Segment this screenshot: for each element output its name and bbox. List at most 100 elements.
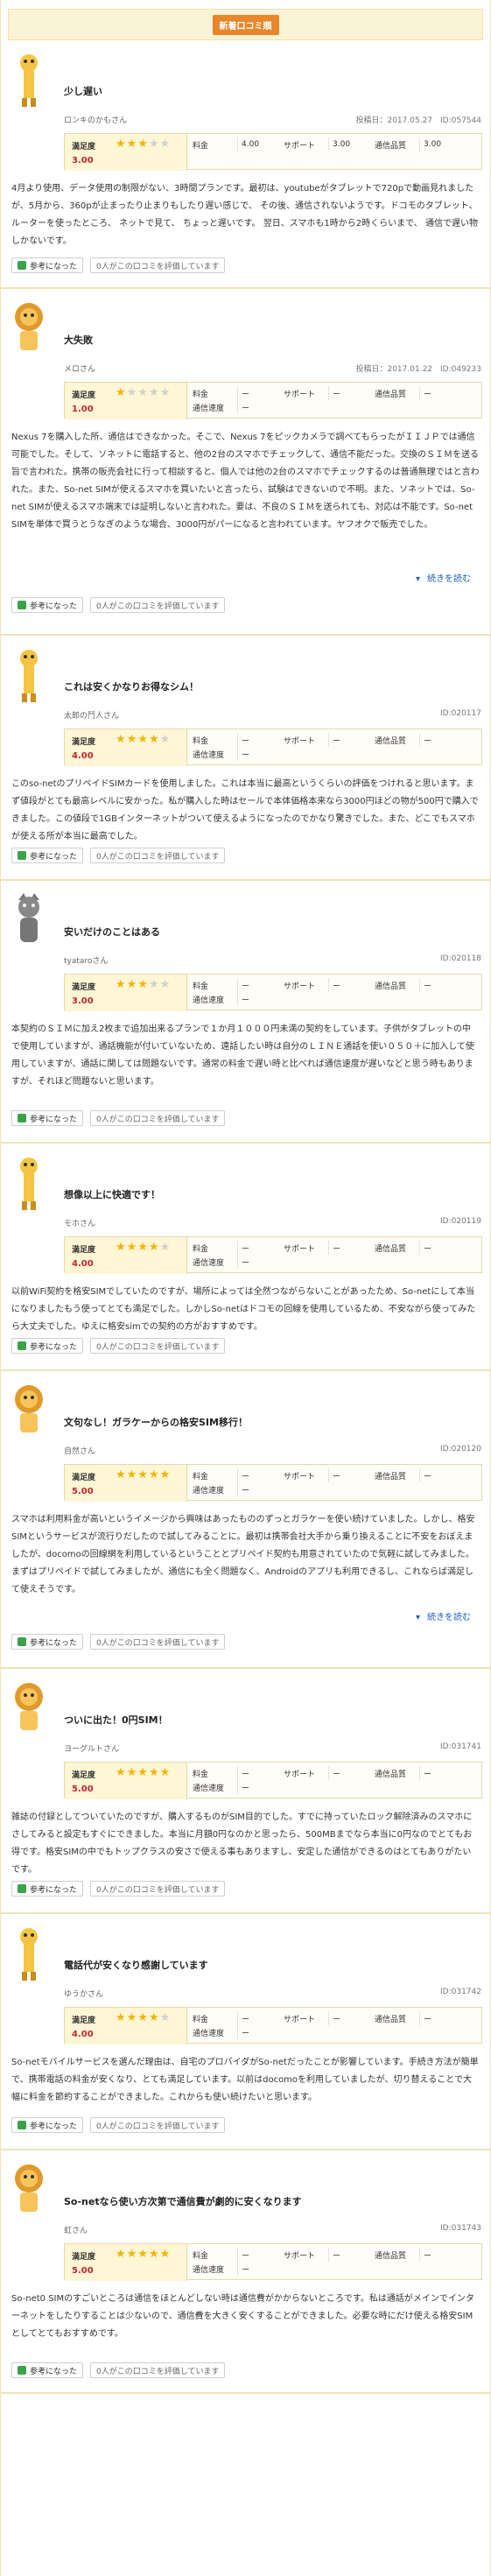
helpful-count: 0人がこの口コミを評価しています xyxy=(90,848,226,863)
review-card: 想像以上に快適です！ モホさん ID:020119 満足度 ★★★★★ 4.00… xyxy=(1,1144,490,1371)
overall-rating: 満足度 ★★★★★ 5.00 xyxy=(65,2244,187,2281)
review-card: 少し遅い ロンキのかもさん 投稿日：2017.05.27 ID:057544 満… xyxy=(1,40,490,289)
speed2-value: ー xyxy=(242,1486,250,1496)
helpful-label: 参考になった xyxy=(30,1115,78,1124)
fee-value: ー xyxy=(242,982,250,991)
review-meta: ID:031742 xyxy=(440,1988,481,1996)
review-title: これは安くかなりお得なシム！ xyxy=(64,681,199,693)
speed2-label: 通信速度 xyxy=(189,992,238,1006)
helpful-button[interactable]: 参考になった xyxy=(11,2117,84,2133)
satisfaction-label: 満足度 xyxy=(72,1474,96,1482)
review-meta: ID:020120 xyxy=(440,1445,481,1453)
helpful-button[interactable]: 参考になった xyxy=(11,848,84,863)
rating-breakdown: 料金 ー サポート ー 通信品質 ー 通信速度 ー xyxy=(189,2011,478,2039)
support-label: サポート xyxy=(280,1766,329,1780)
helpful-button[interactable]: 参考になった xyxy=(11,1881,84,1897)
helpful-button[interactable]: 参考になった xyxy=(11,2362,84,2378)
fee-value: ー xyxy=(242,1770,250,1779)
support-value: 3.00 xyxy=(333,140,351,149)
overall-rating: 満足度 ★★★★★ 4.00 xyxy=(65,1237,187,1274)
helpful-button[interactable]: 参考になった xyxy=(11,597,84,613)
overall-rating: 満足度 ★★★★★ 5.00 xyxy=(65,1763,187,1799)
giraffe-avatar-icon xyxy=(11,646,46,704)
review-actions: 参考になった 0人がこの口コミを評価しています xyxy=(11,1110,226,1126)
star-rating-icon: ★★★★★ xyxy=(116,1766,172,1779)
helpful-button[interactable]: 参考になった xyxy=(11,257,84,273)
fee-value: ー xyxy=(242,390,250,399)
satisfaction-score: 4.00 xyxy=(72,2030,94,2039)
helpful-button[interactable]: 参考になった xyxy=(11,1634,84,1650)
rating-breakdown: 料金 ー サポート ー 通信品質 ー 通信速度 ー xyxy=(189,386,478,414)
rating-box: 満足度 ★★★★★ 4.00 料金 ー サポート ー 通信品質 ー 通信速度 ー xyxy=(64,2007,482,2045)
rating-box: 満足度 ★★★★★ 1.00 料金 ー サポート ー 通信品質 ー 通信速度 ー xyxy=(64,382,482,419)
support-label: サポート xyxy=(280,2011,329,2025)
helpful-label: 参考になった xyxy=(30,2367,78,2376)
speed2-label: 通信速度 xyxy=(189,1482,238,1496)
helpful-count: 0人がこの口コミを評価しています xyxy=(90,1338,226,1354)
helpful-label: 参考になった xyxy=(30,2122,78,2131)
review-body: スマホは利用料金が高いというイメージから興味はあったもののずっとガラケーを使い続… xyxy=(11,1515,475,1594)
fee-label: 料金 xyxy=(189,2011,238,2025)
reviews-page: 新着口コミ順 少し遅い ロンキのかもさん 投稿日：2017.05.27 ID:0… xyxy=(0,0,491,2576)
review-actions: 参考になった 0人がこの口コミを評価しています xyxy=(11,1881,226,1897)
star-rating-icon: ★★★★★ xyxy=(116,386,172,399)
speed2-value: ー xyxy=(242,996,250,1005)
support-value: ー xyxy=(333,1770,341,1779)
support-value: ー xyxy=(333,982,341,991)
satisfaction-score: 3.00 xyxy=(72,996,94,1006)
support-value: ー xyxy=(333,2015,341,2024)
speed2-value: ー xyxy=(242,404,250,413)
review-body: 雑誌の付録としてついていたのですが、購入するものがSIM目的でした。すでに持って… xyxy=(11,1812,473,1875)
sort-badge: 新着口コミ順 xyxy=(212,14,279,35)
review-author: 自然さん xyxy=(64,1447,96,1456)
support-value: ー xyxy=(333,390,341,399)
speed-value: ー xyxy=(424,2251,432,2261)
review-body: 本契約のＳＩＭに加え2枚まで追加出来るプランで１か月１０００円未満の契約をしてい… xyxy=(11,1024,474,1087)
star-rating-icon: ★★★★★ xyxy=(116,2011,172,2024)
giraffe-avatar-icon xyxy=(11,1925,46,1982)
star-rating-icon: ★★★★★ xyxy=(116,978,172,991)
fee-label: 料金 xyxy=(189,2248,238,2262)
read-more-link[interactable]: 続きを読む xyxy=(416,1609,471,1622)
support-label: サポート xyxy=(280,2248,329,2262)
helpful-label: 参考になった xyxy=(30,262,78,271)
review-title: ついに出た！0円SIM！ xyxy=(64,1714,168,1726)
satisfaction-label: 満足度 xyxy=(72,1246,96,1255)
speed-label: 通信品質 xyxy=(371,1241,420,1255)
review-card: 電話代が安くなり感謝しています ゆうかさん ID:031742 満足度 ★★★★… xyxy=(1,1914,490,2150)
overall-rating: 満足度 ★★★★★ 5.00 xyxy=(65,1465,187,1502)
review-title: 大失敗 xyxy=(64,334,93,346)
review-title: 少し遅い xyxy=(64,86,102,97)
fee-value: ー xyxy=(242,736,250,746)
support-label: サポート xyxy=(280,386,329,400)
helpful-count: 0人がこの口コミを評価しています xyxy=(90,1110,226,1126)
review-meta: 投稿日：2017.05.27 ID:057544 xyxy=(355,116,481,125)
review-author: 太郎の鬥人さん xyxy=(64,712,120,721)
read-more-link[interactable]: 続きを読む xyxy=(416,571,471,584)
satisfaction-score: 5.00 xyxy=(72,1487,94,1496)
review-card: 大失敗 メロさん 投稿日：2017.01.22 ID:049233 満足度 ★★… xyxy=(1,289,490,636)
satisfaction-score: 4.00 xyxy=(72,751,94,761)
helpful-label: 参考になった xyxy=(30,1638,78,1648)
review-meta: ID:031743 xyxy=(440,2224,481,2233)
review-author: モホさん xyxy=(64,1220,96,1228)
helpful-button[interactable]: 参考になった xyxy=(11,1338,84,1354)
review-author: ロンキのかもさん xyxy=(64,116,128,125)
thumbs-up-icon xyxy=(18,601,26,609)
thumbs-up-icon xyxy=(18,1341,26,1350)
review-actions: 参考になった 0人がこの口コミを評価しています xyxy=(11,848,226,863)
helpful-label: 参考になった xyxy=(30,602,78,611)
helpful-button[interactable]: 参考になった xyxy=(11,1110,84,1126)
rating-breakdown: 料金 ー サポート ー 通信品質 ー 通信速度 ー xyxy=(189,1766,478,1794)
speed2-value: ー xyxy=(242,750,250,760)
fee-label: 料金 xyxy=(189,1766,238,1780)
satisfaction-label: 満足度 xyxy=(72,983,96,992)
review-actions: 参考になった 0人がこの口コミを評価しています xyxy=(11,2362,226,2378)
speed-value: ー xyxy=(424,1244,432,1254)
fee-value: ー xyxy=(242,1244,250,1254)
review-body: So-net0 SIMのすごいところは通信をほとんどしない時は通信費がかからない… xyxy=(11,2294,474,2339)
star-rating-icon: ★★★★★ xyxy=(116,2248,172,2261)
support-label: サポート xyxy=(280,1468,329,1482)
review-card: ついに出た！0円SIM！ ヨーグルトさん ID:031741 満足度 ★★★★★… xyxy=(1,1669,490,1914)
satisfaction-score: 3.00 xyxy=(72,156,94,165)
